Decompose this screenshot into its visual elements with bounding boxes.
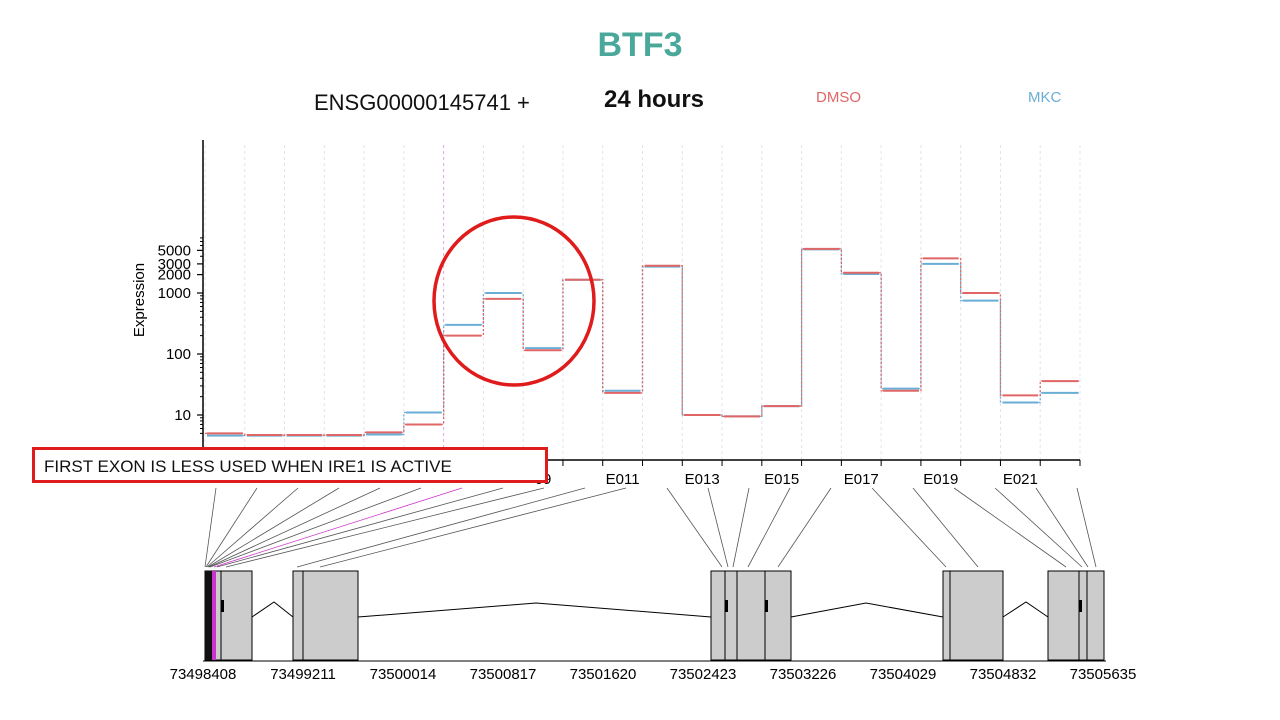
y-tick-label: 1000	[158, 285, 191, 302]
bin-connector-line	[707, 487, 729, 568]
bin-connector-line	[208, 487, 381, 568]
gene-coordinate-label: 73504832	[970, 666, 1037, 683]
exon-marker	[765, 600, 768, 612]
gene-coordinate-label: 73501620	[570, 666, 637, 683]
gene-coordinate-label: 73498408	[170, 666, 237, 683]
y-tick-label: 10	[174, 407, 191, 424]
x-tick-label: E021	[1003, 471, 1038, 488]
bin-connector-line	[666, 487, 723, 568]
bin-connector-line	[953, 487, 1067, 568]
x-tick-label: E013	[685, 471, 720, 488]
gene-coordinate-label: 73503226	[770, 666, 837, 683]
gene-coordinate-label: 73502423	[670, 666, 737, 683]
bin-connector-line	[209, 487, 422, 568]
exon-block	[942, 570, 1004, 661]
exon-marker	[1079, 600, 1082, 612]
intron-line	[1002, 601, 1049, 618]
exon-marker	[725, 600, 728, 612]
bin-connector-line	[205, 487, 258, 568]
highlight-circle	[432, 215, 596, 387]
bin-connector-line	[994, 487, 1083, 568]
x-tick-label: E019	[923, 471, 958, 488]
exon-marker	[221, 600, 224, 612]
gene-coordinate-label: 73504029	[870, 666, 937, 683]
bin-connector-line	[213, 487, 463, 568]
exon-block	[710, 570, 738, 661]
expression-chart: 101001000200030005000Expression09E011E01…	[131, 140, 1137, 683]
y-axis-label: Expression	[131, 263, 148, 337]
focus-exon	[212, 571, 216, 660]
bin-connector-line	[204, 487, 217, 568]
intron-line	[251, 601, 294, 618]
annotation-text: FIRST EXON IS LESS USED WHEN IRE1 IS ACT…	[44, 457, 452, 476]
bin-connector-line	[912, 487, 979, 568]
dmso-series-line	[205, 248, 1080, 436]
exon-block	[1047, 570, 1105, 661]
gene-coordinate-label: 73500014	[370, 666, 437, 683]
bin-connector-line	[777, 487, 832, 568]
bin-connector-line	[732, 487, 750, 568]
bin-connector-line	[871, 487, 947, 568]
annotation-box: FIRST EXON IS LESS USED WHEN IRE1 IS ACT…	[32, 447, 548, 483]
x-tick-label: E017	[844, 471, 879, 488]
y-tick-label: 5000	[158, 242, 191, 259]
x-tick-label: E015	[764, 471, 799, 488]
bin-connector-line	[296, 487, 586, 568]
bin-connector-line	[747, 487, 791, 568]
bin-connector-line	[216, 487, 504, 568]
x-tick-label: E011	[606, 471, 640, 488]
intron-line	[790, 602, 944, 618]
exon-block	[736, 570, 792, 661]
first-exon-dense	[205, 571, 212, 660]
y-tick-label: 100	[166, 346, 191, 363]
gene-coordinate-label: 73500817	[470, 666, 537, 683]
intron-line	[357, 602, 712, 618]
gene-coordinate-label: 73505635	[1070, 666, 1137, 683]
bin-connector-line	[319, 487, 627, 568]
gene-coordinate-label: 73499211	[270, 666, 336, 683]
